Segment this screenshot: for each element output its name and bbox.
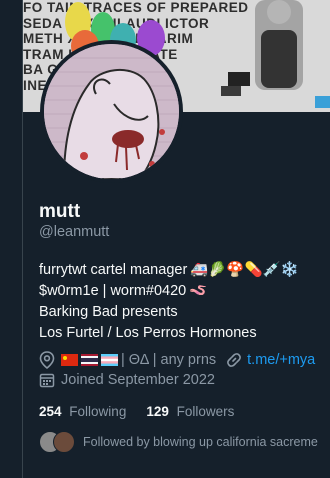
followed-by-text: Followed by blowing up california sacrem… — [83, 435, 318, 449]
china-flag-icon — [61, 354, 78, 366]
followers-link[interactable]: 129 Followers — [146, 404, 234, 419]
bio-line-1: furrytwt cartel manager 🚑🥬🍄💊💉❄️ — [39, 260, 330, 281]
link-icon — [227, 353, 242, 367]
location-text: | ΘΔ | any prns — [121, 352, 217, 368]
profile-link[interactable]: t.me/+mya — [247, 352, 315, 368]
following-count: 254 — [39, 403, 62, 419]
bio-text: $w0rm1e | worm#0420 — [39, 283, 187, 299]
profile-handle: @leanmutt — [39, 224, 110, 240]
location-pin-icon — [39, 351, 55, 369]
profile-bio: furrytwt cartel manager 🚑🥬🍄💊💉❄️ $w0rm1e … — [39, 260, 330, 344]
following-label: Following — [69, 403, 127, 419]
bio-line-2: $w0rm1e | worm#0420 🪱 — [39, 281, 330, 302]
profile-name: mutt — [39, 201, 81, 222]
avatar-drawing — [44, 44, 179, 179]
joined-date: Joined September 2022 — [61, 372, 215, 388]
following-link[interactable]: 254 Following — [39, 404, 126, 419]
bio-text: Barking Bad presents — [39, 304, 178, 320]
follow-stats: 254 Following 129 Followers — [39, 401, 254, 421]
joined-row: Joined September 2022 — [39, 370, 215, 390]
bio-line-3: Barking Bad presents — [39, 302, 330, 323]
bio-line-4: Los Furtel / Los Perros Hormones — [39, 323, 330, 344]
profile-meta-row: | ΘΔ | any prns t.me/+mya — [39, 350, 330, 370]
bio-text: Los Furtel / Los Perros Hormones — [39, 325, 257, 341]
followers-count: 129 — [146, 403, 169, 419]
worm-emoji: 🪱 — [189, 283, 208, 299]
follower-avatar — [53, 431, 75, 453]
profile-avatar[interactable] — [40, 40, 183, 183]
bio-text: furrytwt cartel manager — [39, 262, 188, 278]
transgender-flag-icon — [101, 354, 118, 366]
avatar-image — [44, 44, 179, 179]
thailand-flag-icon — [81, 354, 98, 366]
calendar-icon — [39, 373, 55, 388]
bio-emojis: 🚑🥬🍄💊💉❄️ — [190, 262, 299, 278]
profile-page: FO TAIN TRACES OF PREPARED SEDA I AX, DI… — [0, 0, 330, 478]
followers-label: Followers — [176, 403, 235, 419]
followed-by-row[interactable]: Followed by blowing up california sacrem… — [39, 431, 318, 453]
